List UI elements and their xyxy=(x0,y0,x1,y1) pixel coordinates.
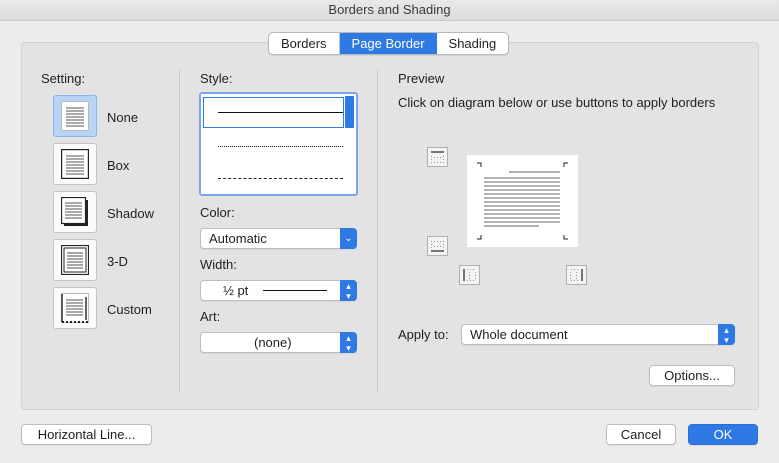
setting-box-label: Box xyxy=(107,158,130,173)
art-value: (none) xyxy=(254,335,292,350)
width-value: ½ pt xyxy=(223,283,249,298)
setting-custom-button[interactable] xyxy=(53,287,97,329)
bottom-border-button[interactable] xyxy=(427,236,448,256)
preview-instructions: Click on diagram below or use buttons to… xyxy=(398,95,716,110)
setting-custom-icon xyxy=(61,293,89,323)
tab-page-border[interactable]: Page Border xyxy=(338,33,437,54)
top-border-button[interactable] xyxy=(427,147,448,167)
setting-3d-icon xyxy=(61,245,89,275)
cancel-button[interactable]: Cancel xyxy=(606,424,676,445)
setting-none-icon xyxy=(61,101,89,131)
color-value: Automatic xyxy=(209,231,267,246)
apply-to-popup[interactable]: Whole document ▴ ▾ xyxy=(461,324,735,345)
color-label: Color: xyxy=(200,205,235,220)
apply-to-label: Apply to: xyxy=(398,327,449,342)
setting-box-icon xyxy=(61,149,89,179)
tab-bar: Borders Page Border Shading xyxy=(268,32,510,55)
bottom-border-icon xyxy=(431,241,444,252)
style-option-dotted[interactable] xyxy=(218,146,343,151)
art-label: Art: xyxy=(200,309,221,324)
right-border-icon xyxy=(570,269,583,281)
ok-button[interactable]: OK xyxy=(688,424,758,445)
horizontal-line-button[interactable]: Horizontal Line... xyxy=(21,424,152,445)
width-popup[interactable]: ½ pt ▴ ▾ xyxy=(200,280,357,301)
style-label: Style: xyxy=(200,71,233,86)
setting-3d-button[interactable] xyxy=(53,239,97,281)
left-border-button[interactable] xyxy=(459,265,480,285)
right-border-button[interactable] xyxy=(566,265,587,285)
setting-box-button[interactable] xyxy=(53,143,97,185)
setting-none-label: None xyxy=(107,110,139,125)
setting-custom-label: Custom xyxy=(107,302,152,317)
apply-to-value: Whole document xyxy=(470,327,568,342)
updown-chevron-icon: ▴ ▾ xyxy=(340,332,357,353)
setting-shadow-label: Shadow xyxy=(107,206,154,221)
color-popup[interactable]: Automatic ⌄ xyxy=(200,228,357,249)
style-option-solid[interactable] xyxy=(203,97,344,128)
setting-shadow-icon xyxy=(61,197,88,226)
divider-left xyxy=(179,70,180,392)
preview-page-diagram[interactable] xyxy=(467,155,578,247)
divider-right xyxy=(377,70,378,392)
art-popup[interactable]: (none) ▴ ▾ xyxy=(200,332,357,353)
preview-title: Preview xyxy=(398,71,445,86)
top-border-icon xyxy=(431,151,444,163)
tab-borders[interactable]: Borders xyxy=(269,33,339,54)
preview-page-icon xyxy=(477,162,568,240)
style-scrollbar[interactable] xyxy=(345,96,354,192)
setting-shadow-button[interactable] xyxy=(53,191,97,233)
style-list[interactable] xyxy=(199,92,358,196)
setting-none-button[interactable] xyxy=(53,95,97,137)
style-option-dashed[interactable] xyxy=(218,178,343,183)
setting-3d-label: 3-D xyxy=(107,254,128,269)
updown-chevron-icon: ▴ ▾ xyxy=(718,324,735,345)
options-button[interactable]: Options... xyxy=(649,365,735,386)
updown-chevron-icon: ▴ ▾ xyxy=(340,280,357,301)
width-sample-line xyxy=(263,290,327,291)
left-border-icon xyxy=(463,269,476,281)
chevron-down-icon: ⌄ xyxy=(340,228,357,249)
setting-label: Setting: xyxy=(41,71,86,86)
tab-shading[interactable]: Shading xyxy=(437,33,509,54)
style-scroll-thumb[interactable] xyxy=(345,96,354,128)
width-label: Width: xyxy=(200,257,237,272)
window-title: Borders and Shading xyxy=(0,0,779,21)
